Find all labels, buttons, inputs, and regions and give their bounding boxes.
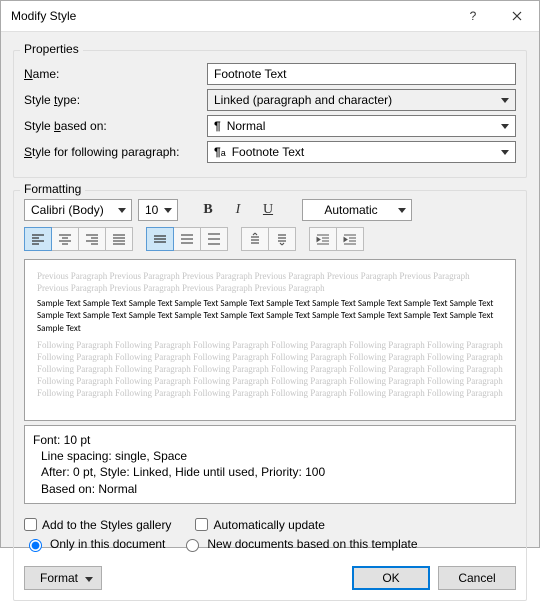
preview-previous: Previous Paragraph Previous Paragraph Pr… xyxy=(37,270,503,294)
desc-line: Based on: Normal xyxy=(41,481,505,497)
indent-increase-icon xyxy=(343,233,357,245)
auto-update-checkbox[interactable]: Automatically update xyxy=(195,518,324,532)
spacing-2-button[interactable] xyxy=(200,227,228,251)
titlebar: Modify Style ? xyxy=(1,1,539,32)
close-button[interactable] xyxy=(495,1,539,31)
desc-line: Font: 10 pt xyxy=(33,432,505,448)
cancel-button[interactable]: Cancel xyxy=(438,566,516,590)
style-description: Font: 10 pt Line spacing: single, Space … xyxy=(24,425,516,504)
indent-decrease-button[interactable] xyxy=(309,227,337,251)
indent-decrease-icon xyxy=(316,233,330,245)
formatting-legend: Formatting xyxy=(20,182,85,196)
spacing-1-icon xyxy=(153,233,167,245)
based-on-label: Style based on: xyxy=(24,119,199,133)
space-before-inc-button[interactable] xyxy=(241,227,269,251)
align-right-icon xyxy=(85,233,99,245)
bold-button[interactable]: B xyxy=(196,199,220,221)
following-label: Style for following paragraph: xyxy=(24,145,199,159)
add-gallery-checkbox[interactable]: Add to the Styles gallery xyxy=(24,518,171,532)
align-left-button[interactable] xyxy=(24,227,52,251)
style-type-label: Style type: xyxy=(24,93,199,107)
space-before-dec-button[interactable] xyxy=(268,227,296,251)
spacing-15-button[interactable] xyxy=(173,227,201,251)
font-color-combo[interactable]: Automatic xyxy=(302,199,412,221)
desc-line: Line spacing: single, Space xyxy=(41,448,505,464)
font-size-combo[interactable]: 10 xyxy=(138,199,178,221)
dialog-footer: Format OK Cancel xyxy=(24,558,516,590)
name-label: Name: xyxy=(24,67,199,81)
properties-legend: Properties xyxy=(20,42,83,56)
align-justify-button[interactable] xyxy=(105,227,133,251)
based-on-select[interactable]: ¶Normal xyxy=(207,115,516,137)
pilcrow-icon: ¶ xyxy=(214,119,221,133)
space-before-inc-icon xyxy=(248,232,262,246)
paragraph-toolbar xyxy=(24,227,516,251)
following-select[interactable]: ¶aFootnote Text xyxy=(207,141,516,163)
spacing-1-button[interactable] xyxy=(146,227,174,251)
align-left-icon xyxy=(31,233,45,245)
space-before-dec-icon xyxy=(275,232,289,246)
indent-increase-button[interactable] xyxy=(336,227,364,251)
modify-style-dialog: Modify Style ? Properties Name: Footnote… xyxy=(0,0,540,548)
italic-button[interactable]: I xyxy=(226,199,250,221)
name-input[interactable]: Footnote Text xyxy=(207,63,516,85)
align-right-button[interactable] xyxy=(78,227,106,251)
preview-following: Following Paragraph Following Paragraph … xyxy=(37,339,503,400)
align-center-icon xyxy=(58,233,72,245)
align-justify-icon xyxy=(112,233,126,245)
font-toolbar: Calibri (Body) 10 B I U Automatic xyxy=(24,199,516,221)
align-center-button[interactable] xyxy=(51,227,79,251)
help-button[interactable]: ? xyxy=(451,1,495,31)
close-icon xyxy=(512,11,522,21)
properties-group: Properties Name: Footnote Text Style typ… xyxy=(13,50,527,178)
preview-sample: Sample Text Sample Text Sample Text Samp… xyxy=(37,298,503,334)
new-docs-radio[interactable]: New documents based on this template xyxy=(181,536,417,552)
formatting-group: Formatting Calibri (Body) 10 B I U Autom… xyxy=(13,190,527,601)
window-title: Modify Style xyxy=(11,9,451,23)
format-button[interactable]: Format xyxy=(24,566,102,590)
font-name-combo[interactable]: Calibri (Body) xyxy=(24,199,132,221)
spacing-2-icon xyxy=(207,233,221,245)
preview-pane: Previous Paragraph Previous Paragraph Pr… xyxy=(24,259,516,421)
ok-button[interactable]: OK xyxy=(352,566,430,590)
only-doc-radio[interactable]: Only in this document xyxy=(24,536,165,552)
spacing-15-icon xyxy=(180,233,194,245)
style-type-select[interactable]: Linked (paragraph and character) xyxy=(207,89,516,111)
underline-button[interactable]: U xyxy=(256,199,280,221)
desc-line: After: 0 pt, Style: Linked, Hide until u… xyxy=(41,464,505,480)
pilcrow-icon: ¶a xyxy=(214,145,226,159)
